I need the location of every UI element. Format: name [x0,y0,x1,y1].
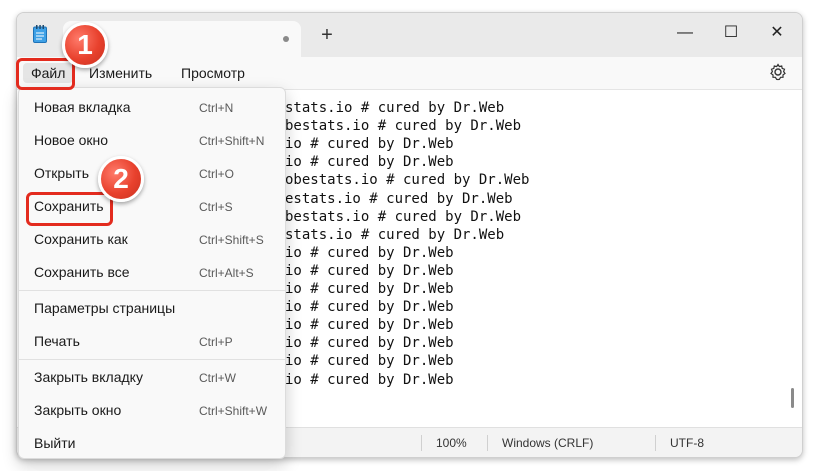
new-tab-button[interactable]: + [317,25,337,45]
line-ending: Windows (CRLF) [502,436,594,450]
file-menu-dropdown: Новая вкладка Ctrl+N Новое окно Ctrl+Shi… [18,87,286,459]
menu-item-exit[interactable]: Выйти [19,427,285,459]
status-separator [421,435,422,451]
menu-item-shortcut: Ctrl+Alt+S [199,266,254,280]
menu-item-shortcut: Ctrl+P [199,335,233,349]
editor-line: bestats.io # cured by Dr.Web [285,208,522,225]
editor-line: estats.io # cured by Dr.Web [285,190,513,207]
menu-item-label: Новая вкладка [34,99,131,115]
editor-line: io # cured by Dr.Web [285,317,454,334]
menu-item-new-tab[interactable]: Новая вкладка Ctrl+N [19,91,285,123]
menu-item-label: Закрыть окно [34,402,122,418]
editor-line: io # cured by Dr.Web [285,281,454,297]
file-menu-highlight [16,58,75,90]
menu-item-shortcut: Ctrl+Shift+N [199,134,265,148]
menu-item-label: Открыть [34,165,89,181]
menu-item-print[interactable]: Печать Ctrl+P [19,325,285,357]
menu-item-close-window[interactable]: Закрыть окно Ctrl+Shift+W [19,394,285,426]
close-button[interactable]: ✕ [754,19,800,47]
menu-item-label: Выйти [34,435,76,451]
menu-item-label: Параметры страницы [34,300,176,316]
editor-line: io # cured by Dr.Web [285,353,454,370]
zoom-level: 100% [436,436,467,450]
menu-item-shortcut: Ctrl+Shift+W [199,404,268,418]
editor-line: io # cured by Dr.Web [285,371,454,388]
menu-item-new-window[interactable]: Новое окно Ctrl+Shift+N [19,124,285,156]
status-separator [487,435,488,451]
menu-item-close-tab[interactable]: Закрыть вкладку Ctrl+W [19,361,285,393]
step-2-badge: 2 [98,156,144,202]
menu-item-open[interactable]: Открыть Ctrl+O [19,157,285,189]
editor-line: obestats.io # cured by Dr.Web [285,172,530,189]
menu-separator [19,359,285,360]
encoding: UTF-8 [670,436,704,450]
menu-item-label: Закрыть вкладку [34,369,143,385]
menu-item-save-as[interactable]: Сохранить как Ctrl+Shift+S [19,223,285,255]
unsaved-dot-icon[interactable] [283,36,289,42]
menu-item-label: Сохранить все [34,264,130,280]
maximize-button[interactable]: ☐ [708,19,754,47]
menu-item-save-all[interactable]: Сохранить все Ctrl+Alt+S [19,256,285,288]
menu-bar: Файл Изменить Просмотр [17,57,802,89]
menu-item-label: Сохранить как [34,231,128,247]
menu-item-shortcut: Ctrl+W [199,371,236,385]
menu-item-shortcut: Ctrl+O [199,167,235,181]
editor-line: io # cured by Dr.Web [285,136,454,153]
save-item-highlight [26,192,113,226]
menu-item-label: Печать [34,333,80,349]
menu-view[interactable]: Просмотр [177,63,249,83]
menu-item-label: Новое окно [34,132,109,148]
editor-line: io # cured by Dr.Web [285,262,454,279]
notepad-app-icon [33,25,47,43]
editor-line: io # cured by Dr.Web [285,299,454,316]
menu-item-shortcut: Ctrl+S [199,200,233,214]
status-separator [655,435,656,451]
menu-item-shortcut: Ctrl+Shift+S [199,233,264,247]
editor-line: io # cured by Dr.Web [285,335,454,352]
title-bar: + — ☐ ✕ [17,13,802,57]
step-1-badge: 1 [62,22,108,68]
editor-line: io # cured by Dr.Web [285,244,454,261]
editor-line: stats.io # cured by Dr.Web [285,226,505,243]
editor-line: io # cured by Dr.Web [285,154,454,171]
settings-gear-icon[interactable] [768,62,788,82]
menu-item-page-setup[interactable]: Параметры страницы [19,292,285,324]
editor-line: bestats.io # cured by Dr.Web [285,118,522,135]
minimize-button[interactable]: — [662,19,708,47]
menu-edit[interactable]: Изменить [85,63,156,83]
menu-item-shortcut: Ctrl+N [199,101,234,115]
menu-separator [19,290,285,291]
vertical-scrollbar[interactable] [791,388,794,408]
editor-line: stats.io # cured by Dr.Web [285,100,505,116]
